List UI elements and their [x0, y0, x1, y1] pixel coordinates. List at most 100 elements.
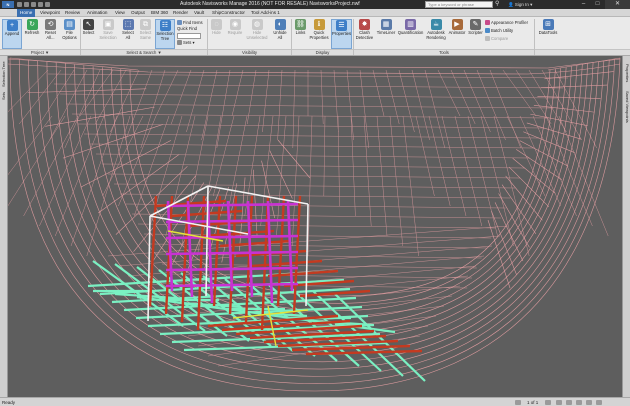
left-dock: Selection Tree Sets [0, 56, 8, 397]
memory-meter-icon [566, 400, 572, 405]
select-same-button[interactable]: ⧉ Select Same [137, 19, 154, 49]
disk-icon [596, 400, 602, 405]
status-text: Ready [2, 400, 16, 405]
quantification-button[interactable]: ▥ Quantification [397, 19, 424, 49]
batch-utility-label: Batch Utility [491, 28, 514, 33]
sign-in-link[interactable]: 👤 Sign In ▾ [508, 1, 532, 8]
hide-unselected-button[interactable]: ◍ Hide Unselected [246, 19, 268, 49]
tab-tool-addins[interactable]: Tool Add-ins 1 [248, 9, 283, 17]
select-button[interactable]: ↖ Select [81, 19, 96, 49]
tab-render[interactable]: Render [170, 9, 191, 17]
previous-sheet-icon[interactable] [515, 400, 521, 405]
select-all-button[interactable]: ⬚ Select All [120, 19, 136, 49]
tab-output[interactable]: Output [128, 9, 148, 17]
animator-icon: ▶ [451, 19, 463, 30]
scripter-icon: ✎ [470, 19, 481, 30]
select-all-icon: ⬚ [122, 19, 134, 30]
timeliner-button[interactable]: ▦ TimeLiner [376, 19, 396, 49]
properties-icon: ☰ [336, 20, 347, 31]
compare-button[interactable]: Compare [485, 36, 508, 42]
print-icon[interactable] [31, 2, 36, 7]
tab-shipconstructor[interactable]: ShipConstructor [209, 9, 248, 17]
tab-animation[interactable]: Animation [84, 9, 110, 17]
select-label: Select [82, 30, 95, 35]
scripter-button[interactable]: ✎ Scripter [467, 19, 484, 49]
find-items-label: Find Items [183, 20, 203, 25]
3d-viewport[interactable] [8, 56, 622, 397]
unhide-all-button[interactable]: ◐ Unhide All [271, 19, 289, 49]
appearance-profiler-label: Appearance Profiler [491, 20, 529, 25]
autodesk-rendering-label: Autodesk Rendering [426, 30, 446, 40]
panel-label-select-search[interactable]: Select & Search ▼ [81, 49, 207, 55]
model-scene[interactable] [8, 56, 622, 397]
quantification-label: Quantification [397, 30, 424, 35]
pencil-icon[interactable] [556, 400, 562, 405]
hide-unselected-label: Hide Unselected [246, 30, 268, 40]
undo-icon[interactable] [38, 2, 43, 7]
selection-tree-button[interactable]: ☷ Selection Tree [155, 19, 175, 49]
datatools-label: DataTools [538, 30, 558, 35]
refresh-button[interactable]: ↻ Refresh [23, 19, 41, 49]
hide-icon: ◌ [211, 19, 222, 30]
hide-button[interactable]: ◌ Hide [209, 19, 224, 49]
tab-bim360[interactable]: BIM 360 [148, 9, 171, 17]
next-sheet-icon[interactable] [545, 400, 551, 405]
append-icon: + [6, 20, 18, 31]
tab-home[interactable]: Home [17, 9, 36, 17]
batch-utility-button[interactable]: Batch Utility [485, 28, 513, 34]
appearance-profiler-button[interactable]: Appearance Profiler [485, 20, 528, 26]
save-selection-button[interactable]: ▣ Save Selection [97, 19, 119, 49]
ribbon: + Append ↻ Refresh ⟲ Reset All... ▤ File… [0, 17, 630, 56]
tab-properties-dock[interactable]: Properties [624, 60, 630, 86]
panel-label-visibility: Visibility [208, 49, 291, 55]
animator-button[interactable]: ▶ Animator [448, 19, 466, 49]
quick-properties-button[interactable]: ℹ Quick Properties [309, 19, 329, 49]
file-options-button[interactable]: ▤ File Options [60, 19, 79, 49]
sign-in-label: Sign In [514, 2, 529, 7]
tab-view[interactable]: View [112, 9, 128, 17]
save-icon[interactable] [24, 2, 29, 7]
require-label: Require [227, 30, 243, 35]
tab-saved-viewpoints-dock[interactable]: Saved Viewpoints [624, 88, 630, 126]
search-input[interactable]: Type a keyword or phrase [425, 1, 493, 8]
redo-icon[interactable] [45, 2, 50, 7]
tab-selection-tree-dock[interactable]: Selection Tree [1, 60, 7, 88]
quick-find-label-row: Quick Find [177, 26, 197, 32]
autodesk-rendering-button[interactable]: ☕ Autodesk Rendering [425, 19, 447, 49]
app-logo-icon[interactable]: N [2, 1, 14, 8]
sets-dropdown[interactable]: Sets ▾ [177, 40, 195, 46]
quantification-icon: ▥ [405, 19, 416, 30]
scripter-label: Scripter [468, 30, 483, 35]
right-dock: Properties Saved Viewpoints [622, 56, 630, 397]
timeliner-icon: ▦ [380, 19, 392, 30]
tab-vault[interactable]: Vault [191, 9, 207, 17]
clash-detective-icon: ✸ [359, 19, 370, 30]
datatools-button[interactable]: ⊞ DataTools [537, 19, 559, 49]
select-same-icon: ⧉ [140, 19, 151, 30]
quick-find-input[interactable] [177, 33, 201, 39]
page-counter: 1 of 1 [527, 400, 539, 405]
links-button[interactable]: ⛓ Links [293, 19, 308, 49]
title-bar: N Autodesk Navisworks Manage 2016 (NOT F… [0, 0, 630, 9]
tab-sets-dock[interactable]: Sets [1, 90, 7, 102]
sets-icon [177, 40, 182, 45]
panel-label-project[interactable]: Project ▼ [0, 49, 80, 55]
search-icon[interactable]: ⚲ [495, 1, 502, 8]
unhide-all-label: Unhide All [273, 30, 287, 40]
minimize-icon[interactable]: – [577, 0, 590, 9]
reset-all-button[interactable]: ⟲ Reset All... [42, 19, 59, 49]
append-button[interactable]: + Append [2, 19, 22, 49]
clash-detective-button[interactable]: ✸ Clash Detective [354, 19, 375, 49]
tab-viewpoint[interactable]: Viewpoint [37, 9, 63, 17]
require-button[interactable]: ◉ Require [226, 19, 244, 49]
properties-button[interactable]: ☰ Properties [331, 19, 352, 49]
maximize-icon[interactable]: □ [591, 0, 604, 9]
tab-review[interactable]: Review [62, 9, 83, 17]
require-icon: ◉ [229, 19, 241, 30]
cursor-icon: ↖ [83, 19, 94, 30]
selection-tree-label: Selection Tree [156, 31, 174, 41]
hide-unselected-icon: ◍ [251, 19, 263, 30]
close-icon[interactable]: ✕ [605, 0, 630, 9]
open-icon[interactable] [17, 2, 22, 7]
ribbon-tab-bar: Home Viewpoint Review Animation View Out… [0, 9, 630, 17]
